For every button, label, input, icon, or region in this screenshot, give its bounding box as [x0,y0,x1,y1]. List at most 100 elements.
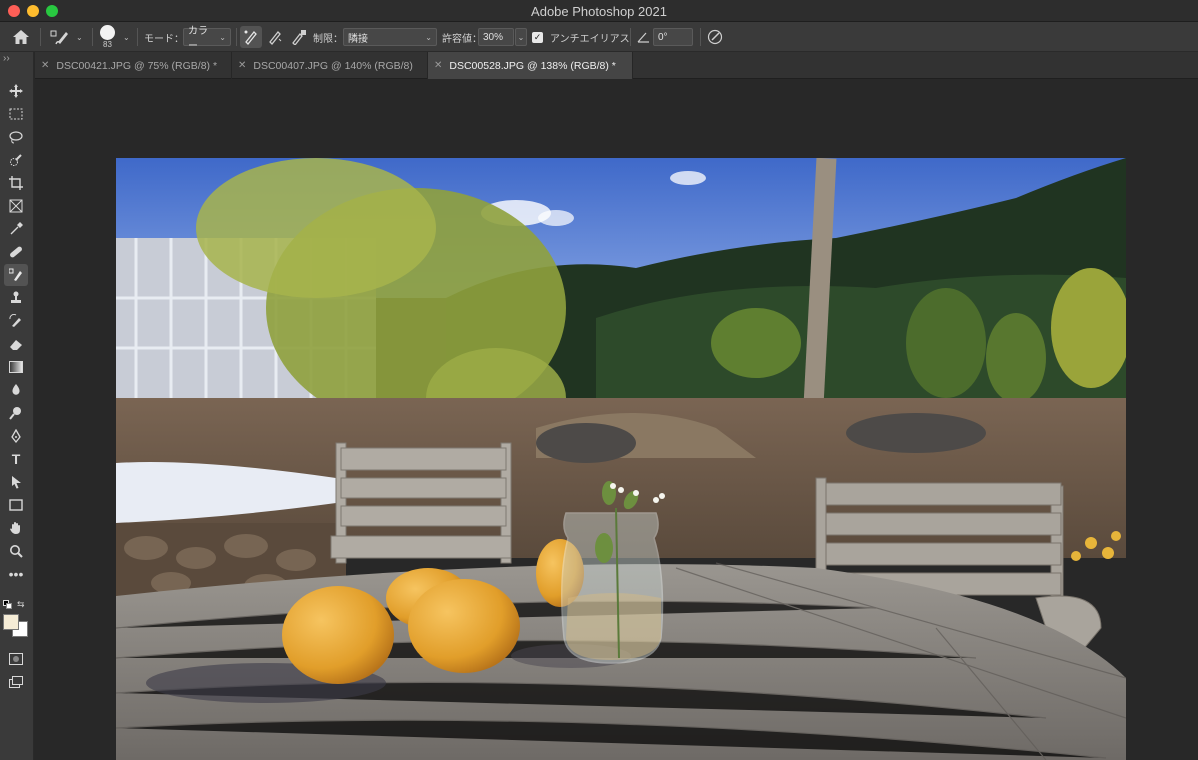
limit-label: 制限： [313,33,343,45]
history-brush-tool[interactable] [4,310,28,332]
crop-tool[interactable] [4,172,28,194]
screen-mode-button[interactable] [4,671,28,693]
lasso-tool[interactable] [4,126,28,148]
pressure-pen-icon [707,29,723,45]
swap-colors-icon[interactable]: ⇆ [17,599,25,610]
type-tool[interactable]: T [4,448,28,470]
ellipsis-icon: ••• [8,566,24,582]
history-brush-icon [9,314,21,327]
eyedropper-tool[interactable] [4,218,28,240]
collapse-panel-icon[interactable]: ›› [3,53,10,64]
marquee-icon [9,108,23,120]
tab-label: DSC00421.JPG @ 75% (RGB/8) * [56,59,218,72]
eraser-icon [10,340,22,350]
zoom-tool[interactable] [4,540,28,562]
gradient-tool[interactable] [4,356,28,378]
tool-preset-picker[interactable]: ⌄ [50,22,83,52]
checkmark-icon: ✓ [533,31,542,42]
antialias-label: アンチエイリアス [550,33,630,45]
sampling-once-icon [269,31,282,45]
angle-icon [637,32,649,43]
document-tab-active[interactable]: ✕ DSC00528.JPG @ 138% (RGB/8) * [428,52,633,79]
angle-field[interactable]: 0° [653,28,693,46]
frame-tool[interactable] [4,195,28,217]
brush-size-picker[interactable]: 83 [100,22,115,52]
sampling-background-swatch-button[interactable] [290,22,308,52]
antialias-checkbox[interactable]: ✓ [532,31,543,43]
pen-icon [11,429,21,443]
hand-tool[interactable] [4,517,28,539]
limit-value: 隣接 [348,33,368,45]
crop-icon [9,176,23,190]
close-tab-icon[interactable]: ✕ [41,60,49,71]
title-bar: Adobe Photoshop 2021 [0,0,1198,22]
blur-tool[interactable] [4,379,28,401]
mode-value: カラー [188,26,208,52]
eraser-tool[interactable] [4,333,28,355]
rectangle-icon [9,499,23,511]
document-tab[interactable]: ✕ DSC00407.JPG @ 140% (RGB/8) [232,52,428,79]
pressure-size-button[interactable] [707,22,723,52]
quick-selection-icon [10,154,22,166]
app-title: Adobe Photoshop 2021 [531,4,667,19]
close-tab-icon[interactable]: ✕ [434,60,442,71]
document-tab-bar: ✕ DSC00421.JPG @ 75% (RGB/8) * ✕ DSC0040… [35,52,1198,79]
tools-panel: ›› T ••• ⇆ [0,52,34,760]
sampling-continuous-button[interactable] [240,26,262,48]
dodge-icon [9,407,21,420]
magnifier-icon [10,545,23,558]
canvas-area[interactable] [35,80,1198,760]
tab-label: DSC00407.JPG @ 140% (RGB/8) [253,59,413,72]
foreground-color-swatch[interactable] [3,614,19,630]
clone-stamp-tool[interactable] [4,287,28,309]
sampling-continuous-icon [244,30,257,45]
home-icon [13,30,29,44]
color-replacement-tool[interactable] [4,264,28,286]
mode-dropdown[interactable]: カラー ⌄ [183,26,231,52]
pen-tool[interactable] [4,425,28,447]
stamp-icon [11,291,21,303]
healing-brush-tool[interactable] [4,241,28,263]
tolerance-slider-button[interactable]: ⌄ [515,28,527,46]
sampling-background-icon [292,30,306,45]
path-selection-tool[interactable] [4,471,28,493]
limit-dropdown[interactable]: 隣接 ⌄ [343,28,437,46]
type-icon: T [11,451,21,467]
hand-icon [10,522,20,534]
default-colors-icon[interactable] [3,600,13,609]
sampling-once-button[interactable] [266,22,284,52]
quick-mask-icon [9,653,23,665]
lasso-icon [9,131,23,144]
mode-label: モード： [144,33,184,45]
chevron-down-icon: ⌄ [123,32,130,42]
tab-label: DSC00528.JPG @ 138% (RGB/8) * [449,59,616,72]
options-bar: ⌄ 83 ⌄ モード： カラー ⌄ 制限： 隣接 ⌄ 許容値： 30% ⌄ ✓ アン… [0,22,1198,52]
quick-mask-button[interactable] [4,648,28,670]
rectangle-tool[interactable] [4,494,28,516]
arrow-cursor-icon [12,476,21,489]
screen-mode-icon [9,676,23,688]
document-image[interactable] [116,158,1126,760]
document-tab[interactable]: ✕ DSC00421.JPG @ 75% (RGB/8) * [35,52,232,79]
tolerance-label: 許容値： [442,33,482,45]
rectangular-marquee-tool[interactable] [4,103,28,125]
brush-preview-icon [100,25,115,40]
photo-lemons-on-table [116,158,1126,760]
move-tool[interactable] [4,80,28,102]
color-replacement-icon [9,268,22,281]
chevron-down-icon: ⌄ [219,32,226,42]
quick-selection-tool[interactable] [4,149,28,171]
home-button[interactable] [12,22,30,52]
eyedropper-icon [10,222,23,235]
drop-icon [12,384,20,395]
move-icon [9,84,23,98]
more-tools-button[interactable]: ••• [4,563,28,585]
color-replacement-brush-icon [50,30,68,45]
dodge-tool[interactable] [4,402,28,424]
brush-size-value: 83 [103,40,112,49]
tolerance-field[interactable]: 30% [478,28,514,46]
gradient-icon [9,361,23,373]
close-tab-icon[interactable]: ✕ [238,60,246,71]
chevron-down-icon: ⌄ [517,32,525,42]
chevron-down-icon: ⌄ [76,32,83,42]
